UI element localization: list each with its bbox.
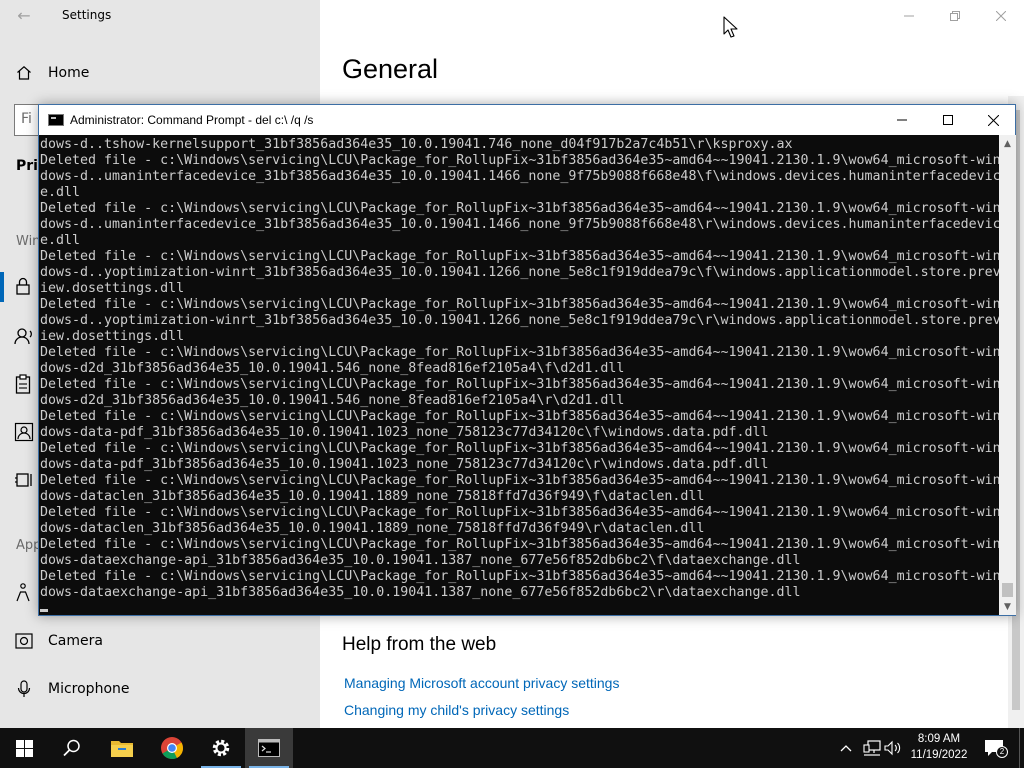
console-line: e.dll bbox=[40, 185, 81, 200]
lock-icon[interactable] bbox=[14, 276, 36, 298]
location-icon[interactable] bbox=[14, 582, 36, 604]
console-line: dows-dataclen_31bf3856ad364e35_10.0.1904… bbox=[40, 521, 705, 536]
console-line: dows-dataclen_31bf3856ad364e35_10.0.1904… bbox=[40, 489, 705, 504]
console-line: Deleted file - c:\Windows\servicing\LCU\… bbox=[40, 569, 999, 584]
restore-icon[interactable] bbox=[932, 0, 978, 32]
console-line: Deleted file - c:\Windows\servicing\LCU\… bbox=[40, 345, 999, 360]
help-link[interactable]: Managing Microsoft account privacy setti… bbox=[344, 675, 619, 691]
clock-date: 11/19/2022 bbox=[910, 749, 968, 761]
console-line: iew.dosettings.dll bbox=[40, 329, 185, 344]
settings-gear-icon[interactable] bbox=[197, 728, 245, 768]
sidebar-item-label: Home bbox=[48, 65, 90, 81]
network-icon[interactable] bbox=[862, 738, 882, 758]
back-arrow-icon[interactable]: ← bbox=[10, 4, 38, 28]
console-line: Deleted file - c:\Windows\servicing\LCU\… bbox=[40, 377, 999, 392]
text-cursor bbox=[40, 609, 48, 612]
clipboard-icon[interactable] bbox=[14, 374, 36, 396]
start-icon[interactable] bbox=[0, 728, 48, 768]
volume-icon[interactable] bbox=[884, 738, 902, 758]
notification-center-icon[interactable]: 2 bbox=[982, 738, 1008, 758]
console-line: dows-d2d_31bf3856ad364e35_10.0.19041.546… bbox=[40, 361, 625, 376]
clock-time: 8:09 AM bbox=[917, 733, 961, 745]
console-line: dows-d..yoptimization-winrt_31bf3856ad36… bbox=[40, 265, 999, 280]
selected-indicator bbox=[0, 272, 4, 302]
scroll-up-arrow-icon[interactable]: ▲ bbox=[999, 135, 1016, 152]
console-line: Deleted file - c:\Windows\servicing\LCU\… bbox=[40, 297, 999, 312]
sidebar-item-camera[interactable]: Camera bbox=[0, 621, 320, 661]
mouse-pointer-icon bbox=[723, 16, 738, 38]
console-line: Deleted file - c:\Windows\servicing\LCU\… bbox=[40, 505, 999, 520]
windows-permissions-header: Win bbox=[16, 234, 41, 249]
speech-icon[interactable] bbox=[14, 326, 36, 348]
chevron-up-icon[interactable] bbox=[838, 738, 854, 758]
console-line: dows-d..umaninterfacedevice_31bf3856ad36… bbox=[40, 217, 999, 232]
camera-icon bbox=[0, 621, 48, 661]
taskbar-clock[interactable]: 8:09 AM 11/19/2022 bbox=[904, 731, 974, 763]
settings-app-title: Settings bbox=[62, 8, 112, 22]
microphone-icon bbox=[0, 669, 48, 709]
command-prompt-icon[interactable] bbox=[245, 728, 293, 768]
cmd-window-title: Administrator: Command Prompt - del c:\ … bbox=[70, 113, 314, 127]
console-line: Deleted file - c:\Windows\servicing\LCU\… bbox=[40, 153, 999, 168]
console-line: dows-data-pdf_31bf3856ad364e35_10.0.1904… bbox=[40, 425, 769, 440]
console-line: iew.dosettings.dll bbox=[40, 281, 185, 296]
home-icon bbox=[0, 53, 48, 93]
help-link[interactable]: Changing my child's privacy settings bbox=[344, 702, 569, 718]
cmd-titlebar[interactable]: Administrator: Command Prompt - del c:\ … bbox=[39, 105, 1015, 135]
console-line: Deleted file - c:\Windows\servicing\LCU\… bbox=[40, 409, 999, 424]
help-from-web-header: Help from the web bbox=[342, 634, 497, 655]
search-icon[interactable] bbox=[48, 728, 96, 768]
scroll-down-arrow-icon[interactable]: ▼ bbox=[999, 598, 1016, 615]
minimize-icon[interactable] bbox=[879, 105, 925, 135]
sidebar-item-home[interactable]: Home bbox=[0, 53, 320, 93]
cmd-app-icon[interactable] bbox=[48, 114, 64, 126]
page-title: General bbox=[342, 54, 439, 84]
taskbar: 8:09 AM 11/19/2022 2 bbox=[0, 728, 1024, 768]
person-icon[interactable] bbox=[14, 422, 36, 444]
console-line: Deleted file - c:\Windows\servicing\LCU\… bbox=[40, 537, 999, 552]
sidebar-item-label: Microphone bbox=[48, 681, 130, 697]
activity-history-icon[interactable] bbox=[14, 470, 36, 492]
command-prompt-window[interactable]: Administrator: Command Prompt - del c:\ … bbox=[38, 104, 1016, 616]
console-line: Deleted file - c:\Windows\servicing\LCU\… bbox=[40, 249, 999, 264]
maximize-icon[interactable] bbox=[925, 105, 971, 135]
sidebar-item-label: Camera bbox=[48, 633, 103, 649]
show-desktop-button[interactable] bbox=[1019, 728, 1024, 768]
console-line: Deleted file - c:\Windows\servicing\LCU\… bbox=[40, 441, 999, 456]
notification-count-badge: 2 bbox=[996, 746, 1008, 758]
close-icon[interactable] bbox=[970, 105, 1016, 135]
console-line: dows-d..tshow-kernelsupport_31bf3856ad36… bbox=[40, 137, 793, 152]
minimize-icon[interactable] bbox=[886, 0, 932, 32]
console-line: dows-d..yoptimization-winrt_31bf3856ad36… bbox=[40, 313, 999, 328]
console-line: Deleted file - c:\Windows\servicing\LCU\… bbox=[40, 473, 999, 488]
console-line: e.dll bbox=[40, 233, 81, 248]
console-scrollbar[interactable]: ▲ ▼ bbox=[999, 135, 1016, 615]
close-icon[interactable] bbox=[978, 0, 1024, 32]
sidebar-item-microphone[interactable]: Microphone bbox=[0, 669, 320, 709]
console-line: dows-dataexchange-api_31bf3856ad364e35_1… bbox=[40, 585, 801, 600]
chrome-icon[interactable] bbox=[148, 728, 196, 768]
console-line: dows-d2d_31bf3856ad364e35_10.0.19041.546… bbox=[40, 393, 625, 408]
scrollbar-thumb[interactable] bbox=[1002, 583, 1013, 597]
console-line: dows-dataexchange-api_31bf3856ad364e35_1… bbox=[40, 553, 801, 568]
console-output[interactable]: dows-d..tshow-kernelsupport_31bf3856ad36… bbox=[39, 135, 999, 615]
console-line: Deleted file - c:\Windows\servicing\LCU\… bbox=[40, 201, 999, 216]
file-explorer-icon[interactable] bbox=[98, 728, 146, 768]
console-line: dows-data-pdf_31bf3856ad364e35_10.0.1904… bbox=[40, 457, 769, 472]
console-line: dows-d..umaninterfacedevice_31bf3856ad36… bbox=[40, 169, 999, 184]
